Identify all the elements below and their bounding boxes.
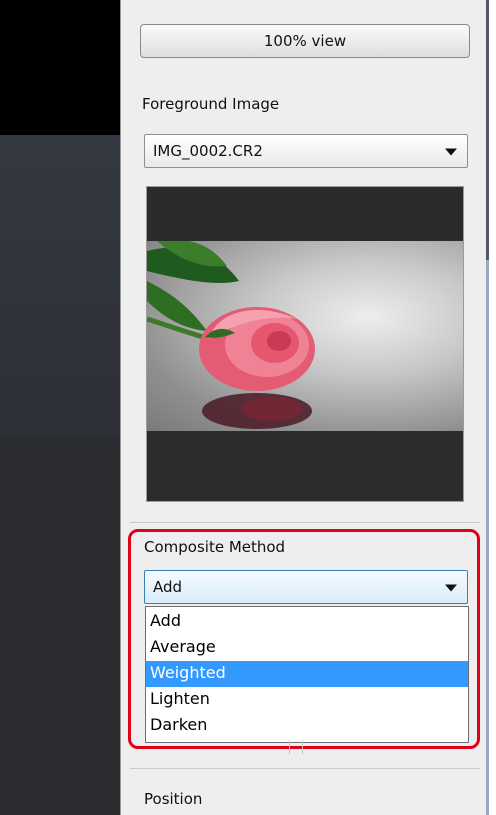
position-label: Position [144,790,203,808]
annotation-highlight [128,529,480,749]
foreground-image-label: Foreground Image [142,95,280,113]
right-edge-blue [486,260,489,815]
canvas-image-region [0,135,120,435]
preview-letterbox-bottom [147,431,463,501]
view-100-button[interactable]: 100% view [140,24,470,58]
preview-photo [147,241,463,431]
foreground-preview [146,186,464,502]
section-divider [130,522,480,523]
slider-hint [289,740,303,754]
section-divider [130,768,480,769]
preview-letterbox-top [147,187,463,241]
foreground-image-select[interactable]: IMG_0002.CR2 [144,134,468,168]
right-window-edge [486,0,496,815]
foreground-image-value: IMG_0002.CR2 [153,142,263,160]
main-canvas-area [0,0,120,815]
chevron-down-icon [445,148,457,156]
canvas-top [0,0,120,135]
rose-image [147,241,315,429]
